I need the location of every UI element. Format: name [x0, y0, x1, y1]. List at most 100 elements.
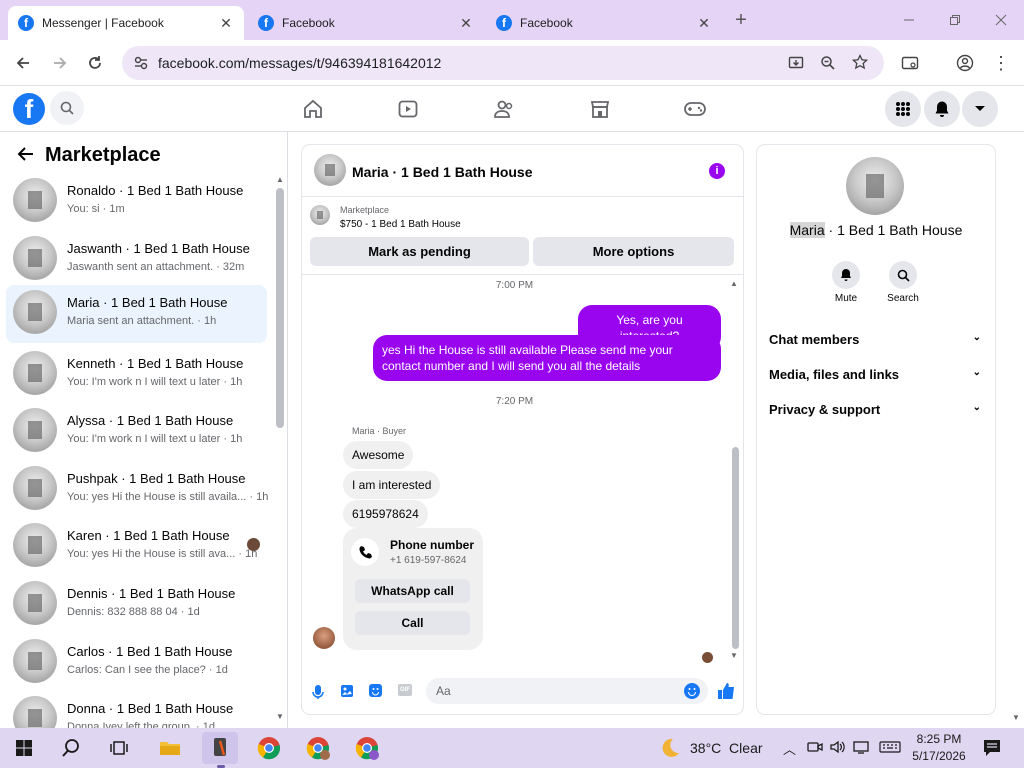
video-icon[interactable] [395, 96, 421, 122]
emoji-icon[interactable] [684, 683, 700, 699]
mark-as-pending-button[interactable]: Mark as pending [310, 237, 529, 266]
home-icon[interactable] [300, 96, 326, 122]
notifications-bell-icon[interactable] [924, 91, 960, 127]
scroll-down-icon[interactable]: ▼ [276, 712, 284, 721]
gaming-icon[interactable] [682, 96, 708, 122]
taskbar-search-icon[interactable] [53, 732, 89, 764]
chat-avatar[interactable] [314, 154, 346, 186]
conversation-name: Ronaldo · 1 Bed 1 Bath House [67, 183, 244, 198]
more-options-button[interactable]: More options [533, 237, 734, 266]
chevron-up-icon[interactable]: ︿ [783, 739, 796, 758]
conversation-item[interactable]: Pushpak · 1 Bed 1 Bath House You: yes Hi … [6, 461, 268, 517]
conversation-item[interactable]: Carlos · 1 Bed 1 Bath House Carlos: Can I… [6, 634, 267, 690]
restore-icon[interactable] [940, 8, 970, 32]
thumbs-up-icon[interactable] [716, 681, 736, 701]
close-tab-icon[interactable]: ✕ [696, 15, 712, 32]
minimize-icon[interactable] [894, 8, 924, 32]
sender-avatar[interactable] [313, 627, 335, 649]
whatsapp-call-button[interactable]: WhatsApp call [355, 579, 470, 603]
site-settings-icon[interactable] [134, 56, 148, 70]
clock-date[interactable]: 5/17/2026 [908, 749, 970, 763]
speaker-icon[interactable] [830, 740, 846, 754]
search-icon[interactable] [889, 261, 917, 289]
forward-arrow-icon[interactable] [46, 49, 74, 77]
bookmark-star-icon[interactable] [852, 54, 868, 70]
zoom-icon[interactable] [820, 55, 836, 71]
notification-center-icon[interactable] [982, 738, 1002, 758]
facebook-logo-icon[interactable]: f [13, 93, 45, 125]
menu-grid-icon[interactable] [885, 91, 921, 127]
incoming-message[interactable]: 6195978624 [343, 500, 428, 528]
chat-title[interactable]: Maria · 1 Bed 1 Bath House [352, 164, 533, 180]
page-scroll-down-icon[interactable]: ▼ [1012, 713, 1020, 722]
marketplace-chat-list: Marketplace Ronaldo · 1 Bed 1 Bath House… [0, 132, 288, 730]
close-tab-icon[interactable]: ✕ [218, 15, 234, 32]
conversation-item[interactable]: Donna · 1 Bed 1 Bath House Donna Ivey lef… [6, 691, 267, 730]
conversation-item-selected[interactable]: Maria · 1 Bed 1 Bath House Maria sent an … [6, 285, 267, 343]
file-explorer-icon[interactable] [152, 732, 188, 764]
listing-thumbnail[interactable] [310, 205, 330, 225]
weather-moon-icon[interactable] [658, 736, 682, 760]
marketplace-icon[interactable] [587, 96, 613, 122]
address-bar[interactable]: facebook.com/messages/t/946394181642012 [122, 46, 884, 80]
media-files-links-section[interactable]: Media, files and links ⌄ [769, 367, 981, 382]
menu-kebab-icon[interactable]: ⋮ [987, 49, 1015, 77]
task-view-icon[interactable] [101, 732, 137, 764]
conversation-item[interactable]: Dennis · 1 Bed 1 Bath House Dennis: 832 8… [6, 576, 267, 632]
snipping-tool-icon[interactable] [202, 732, 238, 764]
conversation-item[interactable]: Jaswanth · 1 Bed 1 Bath House Jaswanth se… [6, 231, 267, 287]
call-button[interactable]: Call [355, 611, 470, 635]
tab-facebook-2[interactable]: f Facebook ✕ [486, 6, 722, 40]
photo-icon[interactable] [340, 684, 354, 698]
scroll-down-icon[interactable]: ▼ [730, 651, 738, 660]
section-label: Media, files and links [769, 367, 900, 382]
search-label: Search [887, 293, 919, 304]
conversation-name: Dennis · 1 Bed 1 Bath House [67, 586, 236, 601]
conversation-item[interactable]: Alyssa · 1 Bed 1 Bath House You: I'm work… [6, 403, 267, 459]
microphone-icon[interactable] [312, 684, 324, 700]
outgoing-message[interactable]: yes Hi the House is still available Plea… [373, 335, 721, 381]
chat-scrollbar[interactable] [732, 447, 739, 649]
back-arrow-icon[interactable] [16, 146, 34, 162]
privacy-support-section[interactable]: Privacy & support ⌄ [769, 402, 981, 417]
chrome-icon[interactable] [251, 732, 287, 764]
conversation-avatar[interactable] [846, 157, 904, 215]
phone-number-card[interactable]: Phone number +1 619-597-8624 WhatsApp ca… [343, 528, 483, 650]
message-input[interactable]: Aa [426, 678, 708, 704]
conversation-item[interactable]: Karen · 1 Bed 1 Bath House You: yes Hi th… [6, 518, 267, 574]
back-arrow-icon[interactable] [9, 49, 37, 77]
sticker-icon[interactable] [368, 683, 383, 698]
tab-search-icon[interactable] [896, 49, 924, 77]
friends-icon[interactable] [491, 96, 517, 122]
sidebar-scrollbar[interactable] [276, 188, 284, 428]
weather-text[interactable]: 38°C Clear [690, 740, 763, 756]
profile-icon[interactable] [951, 49, 979, 77]
network-icon[interactable] [853, 740, 869, 754]
windows-start-icon[interactable] [6, 732, 42, 764]
keyboard-icon[interactable] [879, 740, 901, 754]
gif-icon[interactable]: GIF [398, 684, 412, 696]
mute-bell-icon[interactable] [832, 261, 860, 289]
clock-time[interactable]: 8:25 PM [908, 732, 970, 746]
chrome-profile-icon[interactable] [349, 732, 385, 764]
scroll-up-icon[interactable]: ▲ [276, 175, 284, 184]
close-window-icon[interactable] [986, 8, 1016, 32]
incoming-message[interactable]: Awesome [343, 441, 414, 469]
info-icon[interactable]: i [709, 163, 725, 179]
listing-price[interactable]: $750 - 1 Bed 1 Bath House [340, 219, 461, 230]
account-dropdown-icon[interactable] [962, 91, 998, 127]
tab-messenger[interactable]: f Messenger | Facebook ✕ [8, 6, 244, 40]
chat-members-section[interactable]: Chat members ⌄ [769, 332, 981, 347]
reload-icon[interactable] [81, 49, 109, 77]
chrome-profile-icon[interactable] [300, 732, 336, 764]
conversation-item[interactable]: Kenneth · 1 Bed 1 Bath House You: I'm wor… [6, 346, 267, 402]
tab-facebook-1[interactable]: f Facebook ✕ [248, 6, 484, 40]
search-icon[interactable] [50, 91, 84, 125]
install-app-icon[interactable] [788, 55, 804, 71]
conversation-item[interactable]: Ronaldo · 1 Bed 1 Bath House You: si · 1m [6, 173, 267, 229]
scroll-up-icon[interactable]: ▲ [730, 279, 738, 288]
meet-now-icon[interactable] [807, 740, 823, 754]
incoming-message[interactable]: I am interested [343, 471, 441, 499]
new-tab-icon[interactable]: + [726, 8, 756, 32]
close-tab-icon[interactable]: ✕ [458, 15, 474, 32]
